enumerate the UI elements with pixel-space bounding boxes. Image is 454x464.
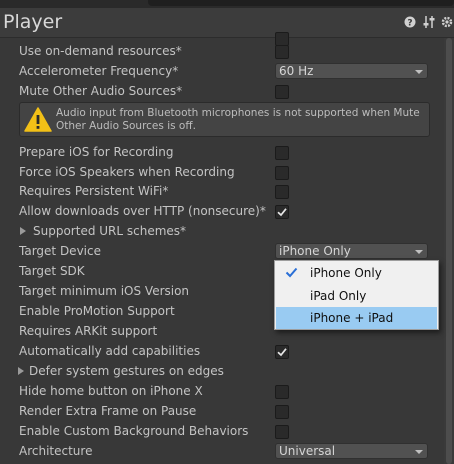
menu-item-label: iPhone + iPad [310,311,394,325]
foldout-arrow-icon[interactable] [20,227,26,235]
warning-icon [24,107,52,132]
chevron-down-icon [415,70,423,74]
dropdown-value: iPhone Only [279,244,351,258]
warning-text: Audio input from Bluetooth microphones i… [56,107,420,132]
settings-row: Architecture Universal [0,441,454,461]
row-label: Render Extra Frame on Pause [19,404,197,418]
accelerometer-frequency-dropdown[interactable]: 60 Hz [275,63,428,79]
settings-row: Prepare iOS for Recording [0,142,454,162]
settings-row: Requires Persistent WiFi* [0,181,454,201]
foldout-row[interactable]: Supported URL schemes* [0,221,454,241]
row-label: Accelerometer Frequency* [19,64,179,78]
svg-text:?: ? [407,19,412,29]
mute-other-audio-checkbox[interactable] [275,85,289,99]
row-label: Requires Persistent WiFi* [19,184,169,198]
on-demand-resources-checkbox[interactable] [275,45,289,59]
settings-row: Mute Other Audio Sources* [0,81,454,101]
row-label: Hide home button on iPhone X [19,384,203,398]
allow-http-checkbox[interactable] [275,205,289,219]
top-toolbar-strip [0,0,454,8]
auto-capabilities-checkbox[interactable] [275,345,289,359]
checkmark-icon [277,208,287,217]
row-label: Force iOS Speakers when Recording [19,165,235,179]
settings-row: Target Device iPhone Only [0,241,454,261]
settings-row: Hide home button on iPhone X [0,381,454,401]
chevron-down-icon [415,250,423,254]
scrollbar[interactable] [444,38,454,464]
row-label: Architecture [19,444,93,458]
row-label: Requires ARKit support [19,324,158,338]
menu-item-iphone-only[interactable]: iPhone Only [276,262,437,284]
target-device-popup-menu: iPhone Only iPad Only iPhone + iPad [274,260,439,330]
chevron-down-icon [415,450,423,454]
scrollbar-thumb[interactable] [446,38,452,464]
row-label: Mute Other Audio Sources* [19,84,183,98]
dropdown-value: Universal [279,444,336,458]
foldout-row[interactable]: Defer system gestures on edges [0,361,454,381]
architecture-dropdown[interactable]: Universal [275,443,428,459]
hide-home-button-checkbox[interactable] [275,385,289,399]
render-extra-frame-checkbox[interactable] [275,405,289,419]
row-label: Target minimum iOS Version [19,284,190,298]
prepare-ios-recording-checkbox[interactable] [275,146,289,160]
row-label: Target SDK [19,264,85,278]
menu-item-ipad-only[interactable]: iPad Only [276,285,437,307]
settings-row: Accelerometer Frequency* 60 Hz [0,61,454,81]
search-field[interactable] [148,0,454,6]
settings-row: Enable Custom Background Behaviors [0,421,454,441]
row-label: Enable Custom Background Behaviors [19,424,249,438]
row-label: Prepare iOS for Recording [19,145,174,159]
menu-item-label: iPad Only [310,289,367,303]
settings-row: Render Extra Frame on Pause [0,401,454,421]
row-label: Use on-demand resources* [19,44,182,58]
force-speakers-checkbox[interactable] [275,166,289,180]
persistent-wifi-checkbox[interactable] [275,185,289,199]
checkmark-icon [285,267,298,278]
menu-item-iphone-ipad[interactable]: iPhone + iPad [276,307,437,329]
menu-item-label: iPhone Only [310,266,382,280]
row-label: Target Device [19,244,101,258]
settings-row: Use on-demand resources* [0,41,454,61]
checkmark-icon [277,348,287,357]
row-label: Enable ProMotion Support [19,304,175,318]
row-label: Supported URL schemes* [33,224,187,238]
foldout-arrow-icon[interactable] [18,367,24,375]
dropdown-value: 60 Hz [279,64,314,78]
target-device-dropdown[interactable]: iPhone Only [275,243,428,259]
settings-row: Force iOS Speakers when Recording [0,162,454,182]
settings-row: Automatically add capabilities [0,341,454,361]
warning-helpbox: Audio input from Bluetooth microphones i… [19,102,430,137]
row-label: Defer system gestures on edges [29,364,224,378]
row-label: Allow downloads over HTTP (nonsecure)* [19,204,266,218]
row-label: Automatically add capabilities [19,344,201,358]
settings-row: Allow downloads over HTTP (nonsecure)* [0,201,454,221]
custom-background-checkbox[interactable] [275,425,289,439]
